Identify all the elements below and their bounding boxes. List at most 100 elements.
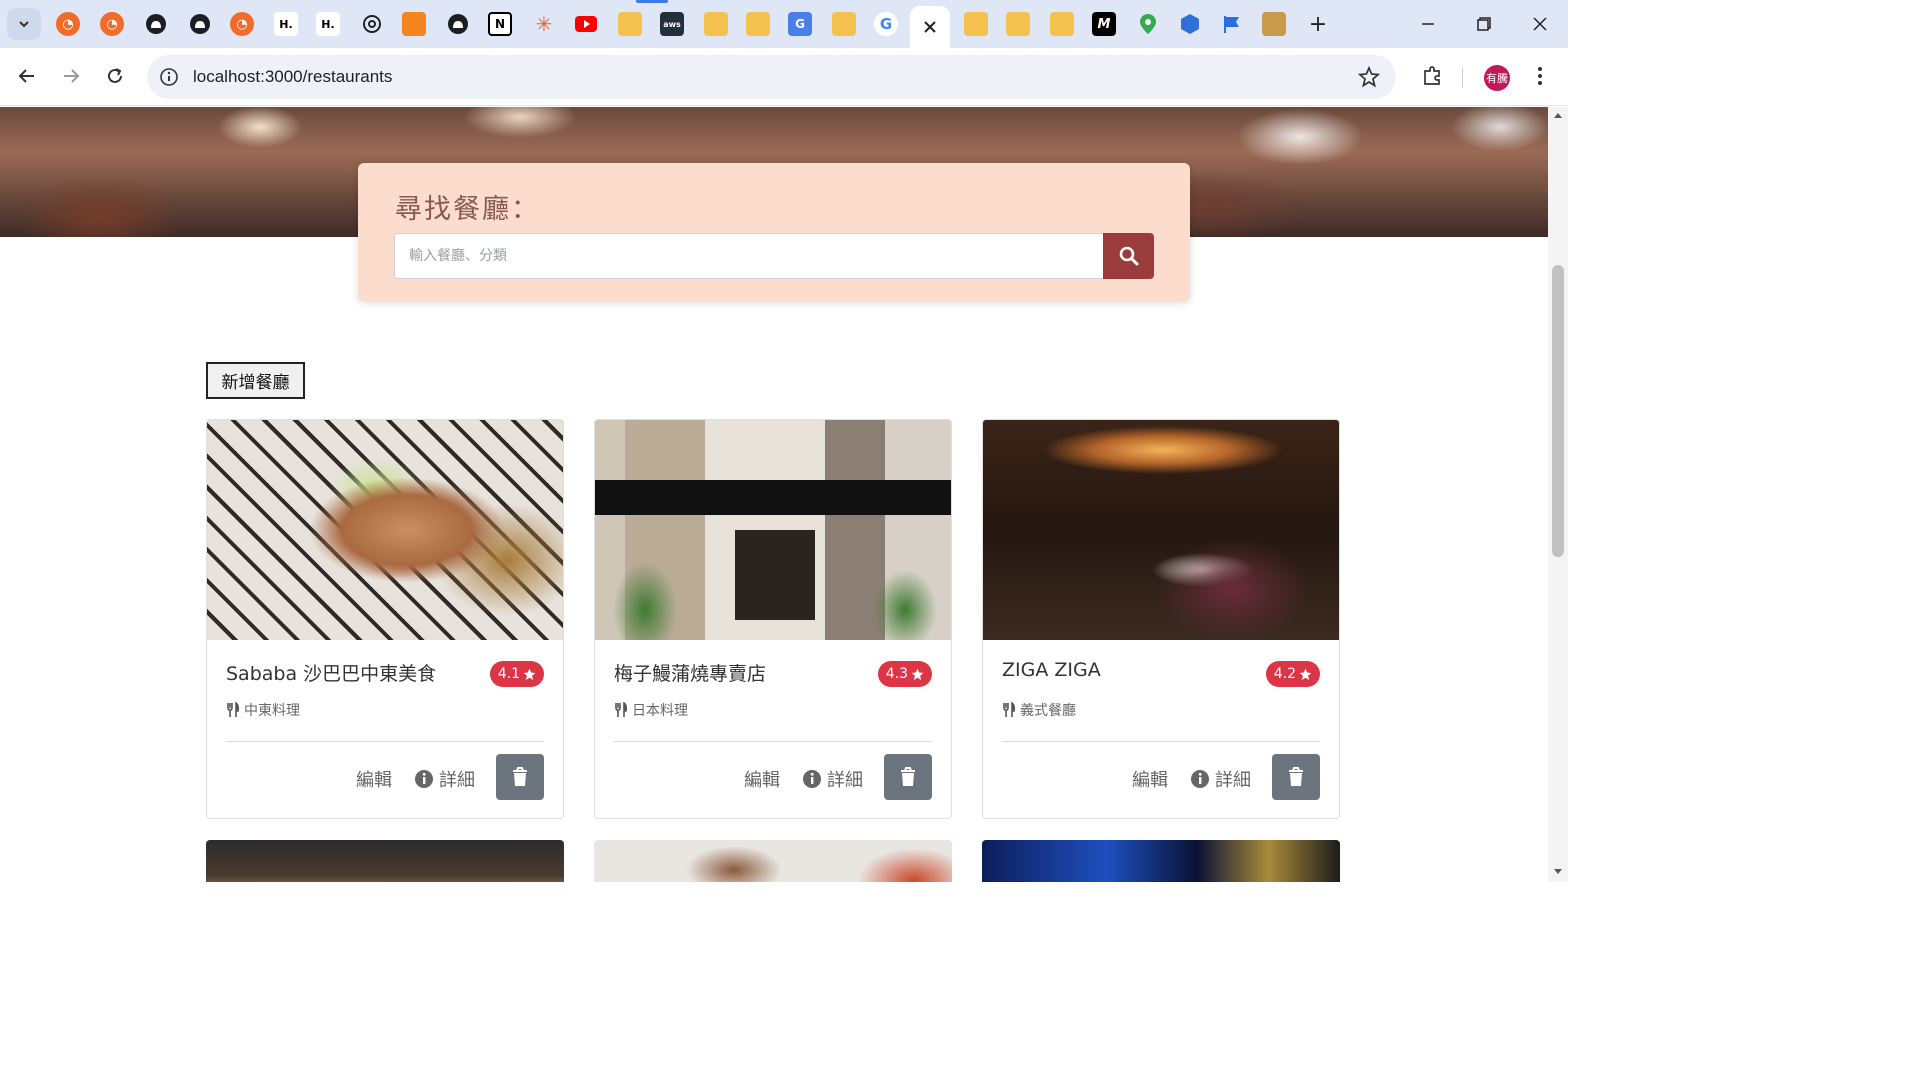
maps-pin-icon[interactable]	[1136, 12, 1160, 36]
search-input[interactable]	[394, 233, 1104, 279]
back-button[interactable]	[11, 60, 43, 92]
search-icon	[1119, 246, 1138, 266]
rating-value: 4.1	[497, 666, 520, 682]
youtube-icon[interactable]	[574, 12, 598, 36]
tab-favicon-h[interactable]: H.	[274, 12, 298, 36]
utensils-icon	[615, 702, 628, 717]
toolbar-divider	[1462, 68, 1463, 88]
search-button[interactable]	[1103, 233, 1154, 279]
detail-label: 詳細	[1215, 770, 1251, 791]
close-icon[interactable]	[923, 20, 937, 34]
rating-badge: 4.1	[489, 661, 544, 687]
github-icon[interactable]	[446, 12, 470, 36]
detail-link[interactable]: 詳細	[802, 766, 863, 792]
github-icon[interactable]	[144, 12, 168, 36]
flag-icon[interactable]	[1220, 12, 1244, 36]
package-icon[interactable]	[746, 12, 770, 36]
category-label: 義式餐廳	[1002, 700, 1076, 720]
window-close-icon[interactable]	[1528, 12, 1552, 36]
hexagon-icon[interactable]	[1178, 12, 1202, 36]
restaurant-photo[interactable]	[595, 420, 951, 640]
detail-link[interactable]: 詳細	[1190, 766, 1251, 792]
card-divider	[1002, 741, 1320, 742]
restaurant-photo[interactable]	[983, 420, 1339, 640]
medium-icon[interactable]: M	[1092, 12, 1116, 36]
puzzle-icon	[1424, 66, 1440, 85]
star-icon	[1299, 668, 1312, 680]
menu-button[interactable]	[1524, 60, 1556, 92]
restaurant-card-partial[interactable]	[206, 840, 564, 882]
package-icon[interactable]	[1006, 12, 1030, 36]
forward-button[interactable]	[55, 60, 87, 92]
scroll-up-icon[interactable]	[1553, 111, 1563, 119]
edit-link[interactable]: 編輯	[744, 766, 780, 792]
tab-indicator	[636, 0, 668, 3]
scroll-down-icon[interactable]	[1553, 868, 1563, 876]
google-icon[interactable]: G	[874, 12, 898, 36]
add-restaurant-button[interactable]: 新增餐廳	[206, 362, 305, 399]
notion-icon[interactable]: N	[488, 12, 512, 36]
restaurant-card-partial[interactable]	[982, 840, 1340, 882]
star-icon	[523, 668, 536, 680]
address-bar[interactable]: localhost:3000/restaurants	[147, 55, 1396, 99]
trash-icon	[901, 767, 915, 786]
delete-button[interactable]	[884, 754, 932, 800]
url-text: localhost:3000/restaurants	[193, 67, 393, 86]
card-divider	[614, 741, 932, 742]
arrow-right-icon	[64, 69, 80, 83]
arrow-left-icon	[18, 69, 34, 83]
category-label: 日本料理	[614, 700, 688, 720]
github-icon[interactable]	[188, 12, 212, 36]
tab-favicon-app[interactable]: ◔	[230, 12, 254, 36]
translate-icon[interactable]: G	[788, 12, 812, 36]
tab-favicon-h[interactable]: H.	[316, 12, 340, 36]
tab-favicon-app[interactable]: ◔	[100, 12, 124, 36]
restaurant-photo-door	[735, 530, 815, 620]
category-text: 義式餐廳	[1020, 703, 1076, 719]
delete-button[interactable]	[496, 754, 544, 800]
package-icon[interactable]	[1050, 12, 1074, 36]
tab-favicon-app[interactable]: ◔	[56, 12, 80, 36]
restore-icon[interactable]	[1472, 12, 1496, 36]
edit-link[interactable]: 編輯	[356, 766, 392, 792]
rating-badge: 4.3	[877, 661, 932, 687]
scrollbar-thumb[interactable]	[1552, 265, 1564, 557]
restaurant-name[interactable]: Sababa 沙巴巴中東美食	[226, 659, 436, 686]
detail-link[interactable]: 詳細	[414, 766, 475, 792]
search-panel: 尋找餐廳：	[358, 163, 1190, 301]
profile-avatar[interactable]: 有騰	[1484, 65, 1510, 91]
page-scrollbar[interactable]	[1548, 107, 1568, 882]
utensils-icon	[227, 702, 240, 717]
rating-value: 4.2	[1273, 666, 1296, 682]
openai-icon[interactable]	[360, 12, 384, 36]
package-icon[interactable]	[618, 12, 642, 36]
aws-icon[interactable]: aws	[660, 12, 684, 36]
edit-link[interactable]: 編輯	[1132, 766, 1168, 792]
restaurant-name[interactable]: 梅子鰻蒲燒專賣店	[614, 659, 766, 686]
rating-badge: 4.2	[1265, 661, 1320, 687]
package-icon[interactable]	[832, 12, 856, 36]
active-tab[interactable]	[910, 6, 950, 48]
restaurant-card-partial[interactable]	[594, 840, 952, 882]
search-title: 尋找餐廳：	[395, 194, 540, 225]
new-tab-icon[interactable]: +	[1306, 12, 1330, 37]
pixel-avatar-icon[interactable]	[1262, 12, 1286, 36]
delete-button[interactable]	[1272, 754, 1320, 800]
package-icon[interactable]	[704, 12, 728, 36]
rating-value: 4.3	[885, 666, 908, 682]
restaurant-photo[interactable]	[207, 420, 563, 640]
restaurant-name[interactable]: ZIGA ZIGA	[1002, 659, 1101, 681]
site-info-icon[interactable]	[159, 67, 179, 87]
minimize-icon[interactable]	[1416, 12, 1440, 36]
trash-icon	[513, 767, 527, 786]
extensions-button[interactable]	[1416, 60, 1448, 92]
package-icon[interactable]	[964, 12, 988, 36]
asterisk-icon[interactable]: ✳	[532, 12, 556, 36]
restaurant-card: 梅子鰻蒲燒專賣店 4.3 日本料理 編輯 詳細	[594, 419, 952, 819]
card-divider	[226, 741, 544, 742]
box-icon[interactable]	[402, 12, 426, 36]
bookmark-star-icon[interactable]	[1358, 66, 1380, 88]
trash-icon	[1289, 767, 1303, 786]
tab-search-button[interactable]	[7, 8, 41, 40]
reload-button[interactable]	[99, 60, 131, 92]
